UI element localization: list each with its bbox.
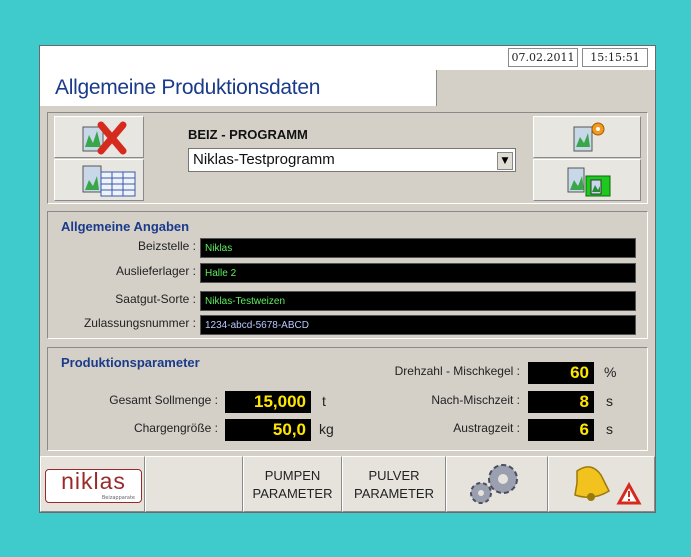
- pulver-line1: PULVER: [368, 468, 420, 483]
- program-select[interactable]: Niklas-Testprogramm ▼: [188, 148, 516, 172]
- program-table-button[interactable]: [54, 159, 144, 201]
- program-label: BEIZ - PROGRAMM: [188, 127, 308, 142]
- pumpen-line2: PARAMETER: [252, 486, 333, 501]
- alarm-button[interactable]: [548, 456, 655, 512]
- pulver-line2: PARAMETER: [354, 486, 434, 501]
- charge-unit: kg: [319, 421, 334, 437]
- saatgut-field[interactable]: Niklas-Testweizen: [200, 291, 636, 311]
- nachmisch-value[interactable]: 8: [528, 391, 594, 413]
- bell-alarm-icon: [574, 466, 642, 505]
- date-display: 07.02.2011: [508, 48, 578, 67]
- austrag-value[interactable]: 6: [528, 419, 594, 441]
- params-section-title: Produktionsparameter: [61, 355, 200, 370]
- title-filler: [437, 70, 655, 106]
- zulassung-field[interactable]: 1234-abcd-5678-ABCD: [200, 315, 636, 335]
- drehzahl-value[interactable]: 60: [528, 362, 594, 384]
- niklas-logo-button[interactable]: niklas Beizapparate: [40, 456, 145, 512]
- program-panel: BEIZ - PROGRAMM Niklas-Testprogramm ▼: [47, 112, 648, 204]
- empty-button[interactable]: [145, 456, 243, 512]
- pumpen-line1: PUMPEN: [264, 468, 321, 483]
- beizstelle-label: Beizstelle :: [137, 239, 196, 253]
- logo-subtext: Beizapparate: [101, 495, 135, 501]
- saatgut-label: Saatgut-Sorte :: [115, 292, 196, 306]
- program-settings-button[interactable]: [533, 116, 641, 158]
- general-section-title: Allgemeine Angaben: [61, 219, 190, 234]
- austrag-label: Austragzeit :: [453, 421, 520, 435]
- austrag-unit: s: [606, 421, 613, 437]
- gears-icon: [470, 464, 518, 504]
- general-panel: Allgemeine Angaben Beizstelle : Niklas A…: [47, 211, 648, 339]
- program-table-icon: [82, 165, 136, 197]
- settings-button[interactable]: [446, 456, 548, 512]
- gesamt-label: Gesamt Sollmenge :: [109, 393, 218, 407]
- nachmisch-unit: s: [606, 393, 613, 409]
- auslieferlager-label: Auslieferlager :: [115, 264, 196, 278]
- gesamt-unit: t: [322, 393, 326, 409]
- drehzahl-unit: %: [604, 364, 617, 380]
- pumpen-parameter-button[interactable]: PUMPEN PARAMETER: [243, 456, 342, 512]
- zulassung-label: Zulassungsnummer :: [83, 316, 196, 330]
- params-panel: Produktionsparameter Gesamt Sollmenge : …: [47, 347, 648, 451]
- beizstelle-field[interactable]: Niklas: [200, 238, 636, 258]
- chevron-down-icon[interactable]: ▼: [497, 152, 513, 170]
- page-title: Allgemeine Produktionsdaten: [55, 76, 321, 99]
- niklas-logo: niklas Beizapparate: [45, 468, 142, 503]
- bottom-toolbar: niklas Beizapparate PUMPEN PARAMETER PUL…: [40, 456, 655, 512]
- status-bar: 07.02.2011 15:15:51: [40, 46, 655, 71]
- delete-program-icon: [82, 121, 127, 155]
- main-window: 07.02.2011 15:15:51 Allgemeine Produktio…: [39, 45, 656, 513]
- charge-label: Chargengröße :: [133, 421, 218, 435]
- program-copy-button[interactable]: [533, 159, 641, 201]
- time-display: 15:15:51: [582, 48, 648, 67]
- program-gear-icon: [573, 122, 605, 152]
- program-copy-icon: [567, 167, 611, 197]
- gesamt-value[interactable]: 15,000: [225, 391, 311, 413]
- delete-program-button[interactable]: [54, 116, 144, 158]
- title-bar: Allgemeine Produktionsdaten: [40, 70, 655, 106]
- pulver-parameter-button[interactable]: PULVER PARAMETER: [342, 456, 446, 512]
- charge-value[interactable]: 50,0: [225, 419, 311, 441]
- logo-text: niklas: [61, 468, 126, 494]
- nachmisch-label: Nach-Mischzeit :: [431, 393, 520, 407]
- program-select-value: Niklas-Testprogramm: [193, 151, 335, 168]
- auslieferlager-field[interactable]: Halle 2: [200, 263, 636, 283]
- drehzahl-label: Drehzahl - Mischkegel :: [394, 364, 520, 378]
